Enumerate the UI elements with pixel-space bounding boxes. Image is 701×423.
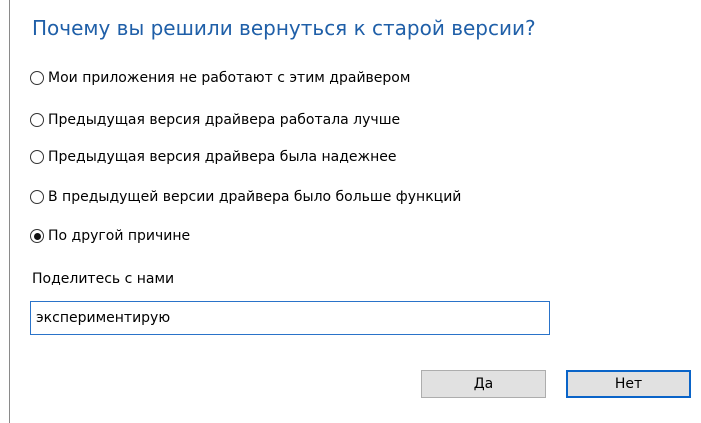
no-button[interactable]: Нет bbox=[566, 370, 691, 398]
reason-label: По другой причине bbox=[48, 228, 191, 244]
feedback-label: Поделитесь с нами bbox=[32, 271, 175, 287]
radio-button-selected[interactable] bbox=[30, 229, 44, 243]
yes-button[interactable]: Да bbox=[421, 370, 546, 398]
radio-button[interactable] bbox=[30, 190, 44, 204]
feedback-input[interactable] bbox=[30, 301, 550, 335]
radio-button[interactable] bbox=[30, 71, 44, 85]
reason-option-apps-not-working[interactable]: Мои приложения не работают с этим драйве… bbox=[30, 67, 410, 89]
dialog-title: Почему вы решили вернуться к старой верс… bbox=[32, 16, 536, 40]
reason-label: Предыдущая версия драйвера была надежнее bbox=[48, 149, 397, 165]
radio-button[interactable] bbox=[30, 150, 44, 164]
radio-button[interactable] bbox=[30, 113, 44, 127]
reason-option-other[interactable]: По другой причине bbox=[30, 225, 190, 247]
reason-option-worked-better[interactable]: Предыдущая версия драйвера работала лучш… bbox=[30, 109, 400, 131]
reason-option-more-reliable[interactable]: Предыдущая версия драйвера была надежнее bbox=[30, 146, 397, 168]
reason-label: Мои приложения не работают с этим драйве… bbox=[48, 70, 411, 86]
window-left-border bbox=[9, 0, 10, 423]
reason-label: Предыдущая версия драйвера работала лучш… bbox=[48, 112, 401, 128]
reason-option-more-features[interactable]: В предыдущей версии драйвера было больше… bbox=[30, 186, 461, 208]
reason-label: В предыдущей версии драйвера было больше… bbox=[48, 189, 462, 205]
